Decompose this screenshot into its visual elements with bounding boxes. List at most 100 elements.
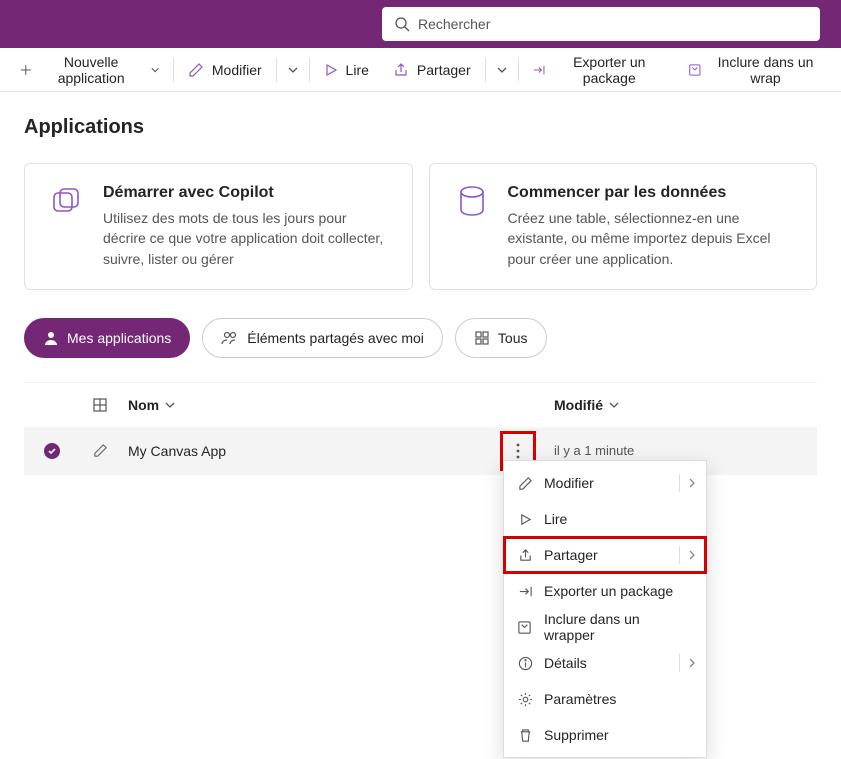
chevron-down-icon bbox=[151, 65, 159, 75]
person-icon bbox=[43, 330, 59, 346]
menu-share-label: Partager bbox=[544, 547, 598, 563]
wrap-icon bbox=[688, 62, 702, 78]
gear-icon bbox=[516, 692, 534, 707]
menu-details-label: Détails bbox=[544, 655, 587, 671]
menu-delete-label: Supprimer bbox=[544, 727, 609, 743]
divider bbox=[276, 58, 277, 82]
menu-play-label: Lire bbox=[544, 511, 567, 527]
share-label: Partager bbox=[417, 62, 471, 78]
menu-export-label: Exporter un package bbox=[544, 583, 673, 599]
export-label: Exporter un package bbox=[554, 54, 664, 86]
list-header: Nom Modifié bbox=[24, 383, 817, 427]
divider bbox=[679, 546, 680, 564]
export-icon bbox=[532, 62, 546, 78]
page-body: Applications Démarrer avec Copilot Utili… bbox=[0, 92, 841, 475]
app-name: My Canvas App bbox=[128, 443, 226, 459]
chevron-right-icon bbox=[688, 478, 696, 488]
wrap-icon bbox=[516, 620, 534, 635]
grid-icon bbox=[474, 330, 490, 346]
share-icon bbox=[516, 548, 534, 563]
wrap-button[interactable]: Inclure dans un wrap bbox=[676, 48, 833, 92]
export-icon bbox=[516, 584, 534, 599]
chevron-down-icon bbox=[497, 65, 507, 75]
menu-wrap-label: Inclure dans un wrapper bbox=[544, 611, 694, 643]
menu-play[interactable]: Lire bbox=[504, 501, 706, 537]
new-app-label: Nouvelle application bbox=[40, 54, 143, 86]
menu-delete[interactable]: Supprimer bbox=[504, 717, 706, 753]
play-icon bbox=[324, 63, 338, 77]
pencil-icon bbox=[516, 476, 534, 491]
play-label: Lire bbox=[346, 62, 369, 78]
more-vertical-icon bbox=[516, 443, 520, 459]
trash-icon bbox=[516, 728, 534, 743]
chevron-right-icon bbox=[688, 658, 696, 668]
menu-settings-label: Paramètres bbox=[544, 691, 616, 707]
pencil-icon bbox=[93, 443, 108, 458]
chevron-right-icon bbox=[688, 550, 696, 560]
data-desc: Créez une table, sélectionnez-en une exi… bbox=[508, 208, 793, 269]
col-modified-label: Modifié bbox=[554, 397, 603, 413]
people-icon bbox=[221, 330, 239, 346]
filter-all-label: Tous bbox=[498, 330, 528, 346]
search-icon bbox=[394, 16, 410, 32]
chevron-down-icon bbox=[288, 65, 298, 75]
divider bbox=[173, 58, 174, 82]
edit-label: Modifier bbox=[212, 62, 262, 78]
context-menu: Modifier Lire Partager Exporter un packa… bbox=[503, 460, 707, 758]
share-icon bbox=[393, 62, 409, 78]
data-title: Commencer par les données bbox=[508, 184, 793, 202]
filter-pills: Mes applications Éléments partagés avec … bbox=[24, 318, 817, 358]
search-input[interactable] bbox=[418, 16, 808, 32]
filter-mine-label: Mes applications bbox=[67, 330, 171, 346]
new-app-button[interactable]: Nouvelle application bbox=[8, 48, 171, 92]
copilot-card[interactable]: Démarrer avec Copilot Utilisez des mots … bbox=[24, 163, 413, 290]
database-icon bbox=[454, 184, 490, 220]
col-name-header[interactable]: Nom bbox=[120, 397, 490, 413]
pencil-icon bbox=[188, 62, 204, 78]
share-button[interactable]: Partager bbox=[381, 48, 483, 92]
plus-icon bbox=[20, 63, 32, 77]
command-bar: Nouvelle application Modifier Lire Parta… bbox=[0, 48, 841, 92]
edit-split-button[interactable] bbox=[279, 48, 307, 92]
divider bbox=[679, 654, 680, 672]
share-split-button[interactable] bbox=[488, 48, 516, 92]
menu-details[interactable]: Détails bbox=[504, 645, 706, 681]
menu-settings[interactable]: Paramètres bbox=[504, 681, 706, 717]
play-icon bbox=[516, 513, 534, 526]
filter-mine[interactable]: Mes applications bbox=[24, 318, 190, 358]
menu-export[interactable]: Exporter un package bbox=[504, 573, 706, 609]
col-name-label: Nom bbox=[128, 397, 159, 413]
row-modified-cell: il y a 1 minute bbox=[546, 443, 817, 458]
play-button[interactable]: Lire bbox=[312, 48, 381, 92]
divider bbox=[518, 58, 519, 82]
divider bbox=[309, 58, 310, 82]
app-type-icon bbox=[92, 397, 108, 413]
row-name-cell[interactable]: My Canvas App bbox=[120, 443, 490, 459]
col-type[interactable] bbox=[80, 397, 120, 413]
filter-shared-label: Éléments partagés avec moi bbox=[247, 330, 424, 346]
row-select[interactable] bbox=[24, 443, 80, 459]
menu-wrap[interactable]: Inclure dans un wrapper bbox=[504, 609, 706, 645]
menu-edit-label: Modifier bbox=[544, 475, 594, 491]
edit-button[interactable]: Modifier bbox=[176, 48, 274, 92]
menu-edit[interactable]: Modifier bbox=[504, 465, 706, 501]
export-button[interactable]: Exporter un package bbox=[520, 48, 676, 92]
filter-shared[interactable]: Éléments partagés avec moi bbox=[202, 318, 443, 358]
col-modified-header[interactable]: Modifié bbox=[546, 397, 817, 413]
start-cards: Démarrer avec Copilot Utilisez des mots … bbox=[24, 163, 817, 290]
wrap-label: Inclure dans un wrap bbox=[710, 54, 821, 86]
top-bar bbox=[0, 0, 841, 48]
search-box[interactable] bbox=[382, 7, 820, 41]
check-icon bbox=[44, 443, 60, 459]
copilot-icon bbox=[49, 184, 85, 220]
page-title: Applications bbox=[24, 116, 817, 139]
filter-all[interactable]: Tous bbox=[455, 318, 547, 358]
copilot-desc: Utilisez des mots de tous les jours pour… bbox=[103, 208, 388, 269]
copilot-title: Démarrer avec Copilot bbox=[103, 184, 388, 202]
modified-text: il y a 1 minute bbox=[554, 443, 634, 458]
chevron-down-icon bbox=[609, 400, 619, 410]
data-card[interactable]: Commencer par les données Créez une tabl… bbox=[429, 163, 818, 290]
row-edit-icon-cell[interactable] bbox=[80, 443, 120, 458]
menu-share[interactable]: Partager bbox=[504, 537, 706, 573]
divider bbox=[679, 474, 680, 492]
